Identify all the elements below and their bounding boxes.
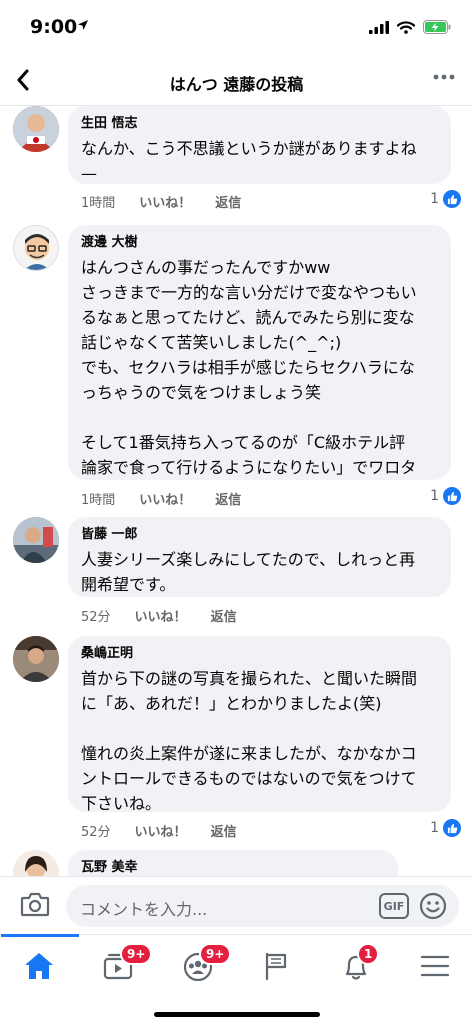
comment-list: 生田 悟志 なんか、こう不思議というか謎がありますよね — 1時間 いいね！ 返…	[0, 106, 473, 876]
notification-badge: 1	[357, 943, 380, 965]
comment-time: 52分	[81, 825, 111, 840]
reaction-count[interactable]: 1	[430, 487, 461, 505]
like-button[interactable]: いいね！	[139, 489, 191, 508]
reply-button[interactable]: 返信	[211, 606, 237, 625]
reaction-count[interactable]: 1	[430, 190, 461, 208]
tab-menu[interactable]	[411, 947, 461, 987]
like-thumb-icon	[443, 190, 461, 208]
wifi-icon	[396, 19, 416, 38]
comment-text: 首から下の謎の写真を撮られた、と聞いた瞬間 に「あ、あれだ！」とわかりましたよ(…	[81, 669, 418, 813]
like-thumb-icon	[443, 487, 461, 505]
tab-watch[interactable]: 9+	[95, 943, 153, 987]
comment-time: 52分	[81, 610, 111, 625]
reaction-count[interactable]: 1	[430, 819, 461, 837]
commenter-name[interactable]: 渡邊 大樹	[81, 234, 438, 252]
comment-bubble: 桑嶋正明 首から下の謎の写真を撮られた、と聞いた瞬間 に「あ、あれだ！」とわかり…	[68, 636, 451, 813]
post-header: はんつ 遠藤の投稿	[0, 56, 473, 106]
comment-text: なんか、こう不思議というか謎がありますよね —	[81, 139, 417, 183]
tab-notifications[interactable]: 1	[332, 943, 382, 987]
comment-actions: 1時間 いいね！ 返信	[81, 192, 265, 211]
menu-icon	[419, 951, 451, 985]
home-indicator	[154, 1012, 320, 1017]
camera-icon[interactable]	[20, 891, 50, 921]
avatar[interactable]	[13, 106, 59, 152]
commenter-name[interactable]: 瓦野 美幸	[81, 859, 385, 876]
bottom-tab-bar: 9+ 9+ 1	[0, 934, 473, 1024]
notification-badge: 9+	[120, 943, 153, 965]
status-time: 9:00	[30, 16, 78, 38]
comment-bubble: 瓦野 美幸	[68, 850, 398, 876]
like-button[interactable]: いいね！	[135, 606, 187, 625]
comment-text: 人妻シリーズ楽しみにしてたので、しれっと再 開希望です。	[81, 550, 416, 594]
status-icons	[369, 19, 451, 38]
tab-groups[interactable]: 9+	[174, 943, 232, 987]
status-bar: 9:00	[0, 0, 473, 56]
comment-bubble: 渡邊 大樹 はんつさんの事だったんですかww さっきまで一方的な言い分だけで変な…	[68, 225, 451, 480]
comment-bubble: 生田 悟志 なんか、こう不思議というか謎がありますよね —	[68, 106, 451, 184]
comment-time: 1時間	[81, 196, 116, 211]
tab-pages[interactable]	[253, 947, 303, 987]
emoji-icon[interactable]	[419, 892, 447, 924]
reply-button[interactable]: 返信	[211, 821, 237, 840]
like-count: 1	[430, 191, 439, 207]
tab-home[interactable]	[1, 934, 79, 987]
reply-button[interactable]: 返信	[215, 192, 241, 211]
comment-actions: 52分 いいね！ 返信	[81, 606, 261, 625]
signal-icon	[369, 19, 389, 38]
commenter-name[interactable]: 皆藤 一郎	[81, 526, 438, 544]
commenter-name[interactable]: 生田 悟志	[81, 115, 438, 133]
like-button[interactable]: いいね！	[139, 192, 191, 211]
comment-composer: コメントを入力... GIF	[0, 876, 473, 934]
commenter-name[interactable]: 桑嶋正明	[81, 645, 438, 663]
location-arrow-icon	[77, 19, 89, 35]
gif-button[interactable]: GIF	[379, 893, 409, 919]
like-thumb-icon	[443, 819, 461, 837]
more-options-icon[interactable]	[433, 66, 455, 94]
reply-button[interactable]: 返信	[215, 489, 241, 508]
avatar[interactable]	[13, 850, 59, 876]
screen: 9:00 はんつ 遠藤の投稿 生田 悟志 なんか、こう不思議というか謎があります…	[0, 0, 473, 1024]
like-count: 1	[430, 488, 439, 504]
like-count: 1	[430, 820, 439, 836]
comment-input[interactable]: コメントを入力... GIF	[66, 885, 459, 927]
pages-flag-icon	[261, 951, 293, 985]
comment-actions: 1時間 いいね！ 返信	[81, 489, 265, 508]
page-title: はんつ 遠藤の投稿	[169, 75, 304, 94]
comment-input-placeholder: コメントを入力...	[80, 900, 208, 919]
battery-charging-icon	[423, 19, 451, 38]
avatar[interactable]	[13, 517, 59, 563]
comment-actions: 52分 いいね！ 返信	[81, 821, 261, 840]
like-button[interactable]: いいね！	[135, 821, 187, 840]
home-icon	[23, 951, 55, 985]
avatar[interactable]	[13, 225, 59, 271]
avatar[interactable]	[13, 636, 59, 682]
notification-badge: 9+	[199, 943, 232, 965]
comment-time: 1時間	[81, 493, 116, 508]
comment-text: はんつさんの事だったんですかww さっきまで一方的な言い分だけで変なやつもい る…	[81, 258, 417, 477]
comment-bubble: 皆藤 一郎 人妻シリーズ楽しみにしてたので、しれっと再 開希望です。	[68, 517, 451, 597]
